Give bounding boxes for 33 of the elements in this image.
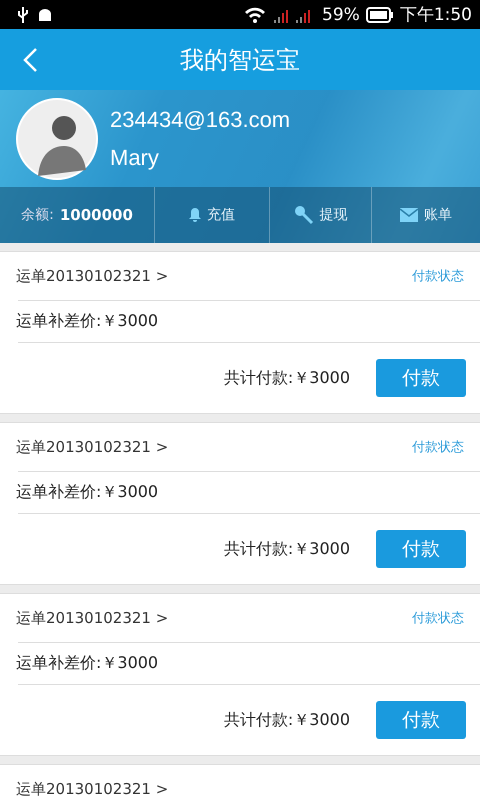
payment-status-link[interactable]: 付款状态 [412,438,464,456]
balance-value: 1000000 [60,206,133,224]
user-email: 234434@163.com [110,106,290,132]
total-payment: 共计付款:￥3000 [224,710,350,730]
user-name: Mary [110,144,160,170]
battery-icon [366,6,394,24]
wifi-icon [244,6,266,24]
back-icon[interactable] [22,47,38,73]
account-action[interactable]: 账单 [372,187,480,243]
mail-icon [400,208,418,222]
order-number-link[interactable]: 运单20130102321 > [16,266,168,286]
account-action[interactable]: 提现 [270,187,372,243]
key-icon [294,205,314,225]
total-payment: 共计付款:￥3000 [224,368,350,388]
payment-status-link[interactable]: 付款状态 [412,267,464,285]
total-payment: 共计付款:￥3000 [224,538,350,560]
pay-button[interactable]: 付款 [376,701,466,739]
price-difference: 运单补差价:￥3000 [16,653,158,674]
pay-button[interactable]: 付款 [376,359,466,397]
order-number-link[interactable]: 运单20130102321 > [16,780,168,798]
price-difference: 运单补差价:￥3000 [16,482,158,503]
usb-icon [16,6,30,24]
pay-button[interactable]: 付款 [376,530,466,568]
order-number-link[interactable]: 运单20130102321 > [16,608,168,628]
battery-percent: 59% [322,4,360,24]
bell-icon [189,207,201,223]
price-difference: 运单补差价:￥3000 [16,311,158,332]
page-title: 我的智运宝 [180,44,300,76]
clock: 下午1:50 [400,4,472,26]
payment-status-link[interactable]: 付款状态 [412,609,464,627]
balance-label: 余额: [21,206,54,224]
account-action[interactable]: 充值 [155,187,270,243]
order-number-link[interactable]: 运单20130102321 > [16,438,168,456]
